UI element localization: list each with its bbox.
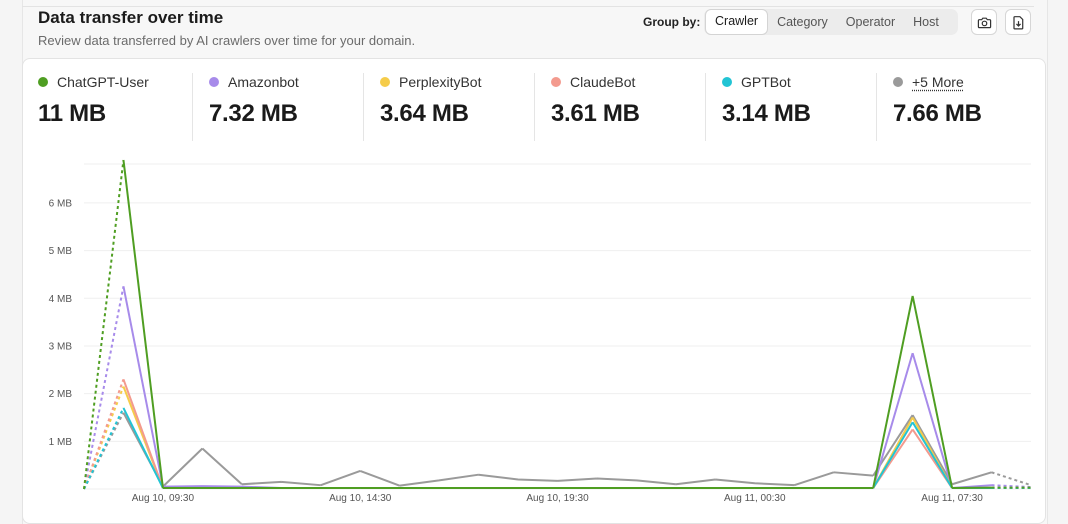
x-tick-label: Aug 11, 00:30 <box>724 493 786 504</box>
series-line-perplexitybot <box>122 386 992 490</box>
y-tick-label: 3 MB <box>49 341 73 352</box>
series-5-more <box>83 412 1032 490</box>
y-tick-label: 4 MB <box>49 294 73 305</box>
series-line-chatgpt-user <box>122 159 992 490</box>
series-dashed-segment-chatgpt-user <box>83 159 125 490</box>
y-tick-label: 2 MB <box>49 389 73 400</box>
data-transfer-line-chart: 1 MB 2 MB 3 MB 4 MB 5 MB 6 MB Aug 10, 09:30 Aug… <box>49 159 1032 504</box>
series-chatgpt-user <box>83 159 1031 490</box>
series-dashed-segment-amazonbot <box>83 286 125 490</box>
series-dashed-segment-perplexitybot <box>83 386 125 490</box>
series-gptbot <box>83 407 1031 490</box>
series-line-amazonbot <box>122 286 992 490</box>
x-tick-label: Aug 10, 09:30 <box>132 493 195 504</box>
series-dashed-segment-gptbot <box>83 407 125 490</box>
series-line-gptbot <box>122 407 992 490</box>
y-tick-label: 6 MB <box>49 198 73 209</box>
y-tick-label: 5 MB <box>49 246 73 257</box>
series-perplexitybot <box>83 386 1031 490</box>
y-tick-label: 1 MB <box>49 437 73 448</box>
x-tick-label: Aug 10, 14:30 <box>329 493 392 504</box>
x-tick-label: Aug 10, 19:30 <box>526 493 589 504</box>
x-tick-label: Aug 11, 07:30 <box>921 493 983 504</box>
series-line-claudebot <box>122 378 992 490</box>
series-line-5-more <box>122 412 992 488</box>
series-dashed-segment-5-more <box>991 471 1032 487</box>
